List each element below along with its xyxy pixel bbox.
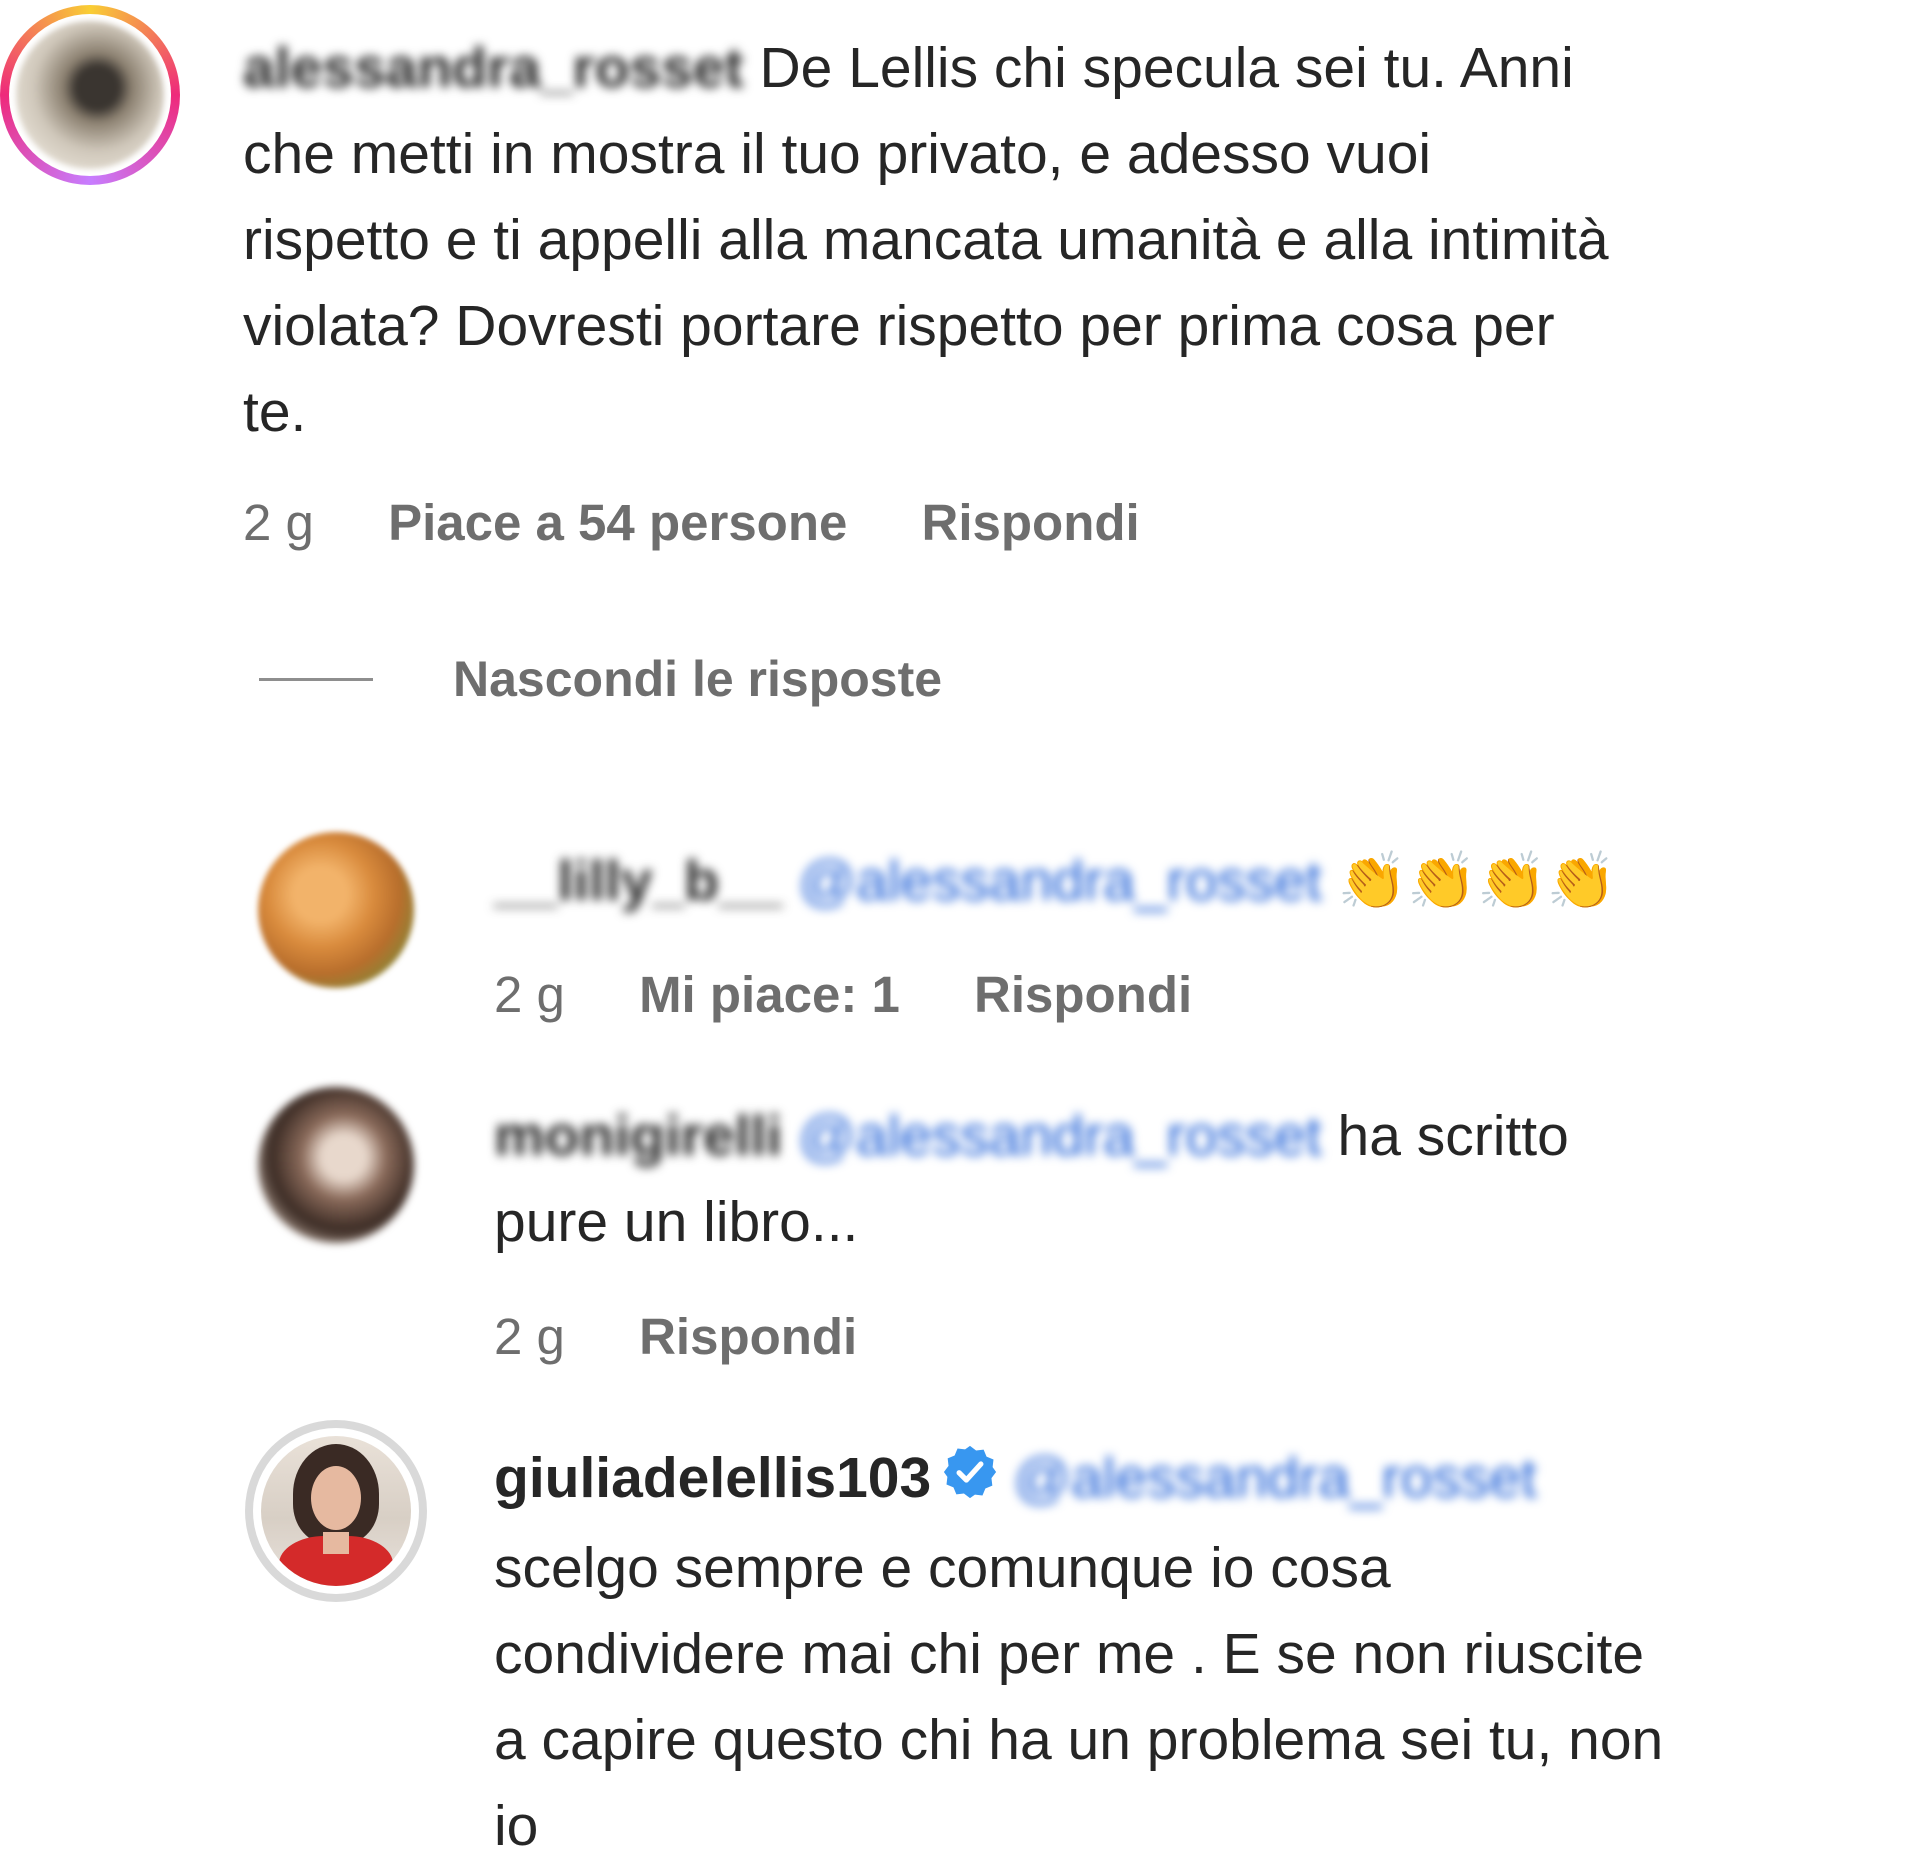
reply-button[interactable]: Rispondi (974, 966, 1192, 1023)
reply-monigirelli-username[interactable]: monigirelli (494, 1104, 782, 1168)
comment-line: pure un libro... (494, 1190, 859, 1254)
mention-link[interactable]: @alessandra_rosset (1013, 1446, 1537, 1510)
comment-main-text: alessandra_rosset De Lellis chi specula … (243, 25, 1903, 455)
avatar-giulia[interactable] (245, 1420, 427, 1602)
avatar-alessandra[interactable] (0, 5, 180, 185)
avatar-photo (16, 21, 164, 169)
comment-line: ha scritto (1337, 1104, 1569, 1168)
comment-line: te. (243, 380, 307, 444)
likes-count-link[interactable]: Piace a 54 persone (388, 494, 847, 551)
comment-line: De Lellis chi specula sei tu. Anni (759, 36, 1574, 100)
avatar-photo (261, 1436, 411, 1586)
reply-giulia-text: giuliadelellis103 @alessandra_rosset scel… (494, 1435, 1904, 1869)
reply-monigirelli-meta: 2 g Rispondi (494, 1307, 917, 1366)
comment-line: a capire questo chi ha un problema sei t… (494, 1707, 1664, 1772)
clap-icon: 👏👏👏👏 (1337, 849, 1617, 912)
likes-count-link[interactable]: Mi piace: 1 (639, 966, 900, 1023)
mention-link[interactable]: @alessandra_rosset (798, 1104, 1322, 1168)
reply-button[interactable]: Rispondi (922, 494, 1140, 551)
mention-link[interactable]: @alessandra_rosset (798, 849, 1322, 913)
comment-main-meta: 2 g Piace a 54 persone Rispondi (243, 493, 1200, 552)
comment-line: scelgo sempre e comunque io cosa (494, 1535, 1391, 1600)
comment-line: rispetto e ti appelli alla mancata umani… (243, 208, 1609, 272)
reply-lilly-username[interactable]: __lilly_b__ (494, 849, 782, 913)
avatar-lilly[interactable] (258, 832, 414, 988)
hide-replies-label[interactable]: Nascondi le risposte (453, 650, 942, 708)
reply-lilly-meta: 2 g Mi piace: 1 Rispondi (494, 965, 1252, 1024)
comment-line: che metti in mostra il tuo privato, e ad… (243, 122, 1432, 186)
comment-main-username[interactable]: alessandra_rosset (243, 36, 744, 100)
hide-replies-toggle[interactable]: Nascondi le risposte (259, 650, 942, 708)
comment-time: 2 g (494, 966, 565, 1023)
reply-monigirelli-text: monigirelli @alessandra_rosset ha scritt… (494, 1093, 1894, 1265)
comment-time: 2 g (243, 494, 314, 551)
reply-lilly-text: __lilly_b__ @alessandra_rosset 👏👏👏👏 (494, 838, 1894, 924)
reply-giulia-username[interactable]: giuliadelellis103 (494, 1446, 931, 1510)
comment-time: 2 g (494, 1308, 565, 1365)
comment-line: io (494, 1793, 539, 1858)
avatar-monigirelli[interactable] (258, 1087, 414, 1243)
verified-badge-icon (941, 1439, 999, 1525)
comment-line: violata? Dovresti portare rispetto per p… (243, 294, 1555, 358)
comment-line: condividere mai chi per me . E se non ri… (494, 1621, 1645, 1686)
divider-line (259, 677, 373, 681)
reply-button[interactable]: Rispondi (639, 1308, 857, 1365)
